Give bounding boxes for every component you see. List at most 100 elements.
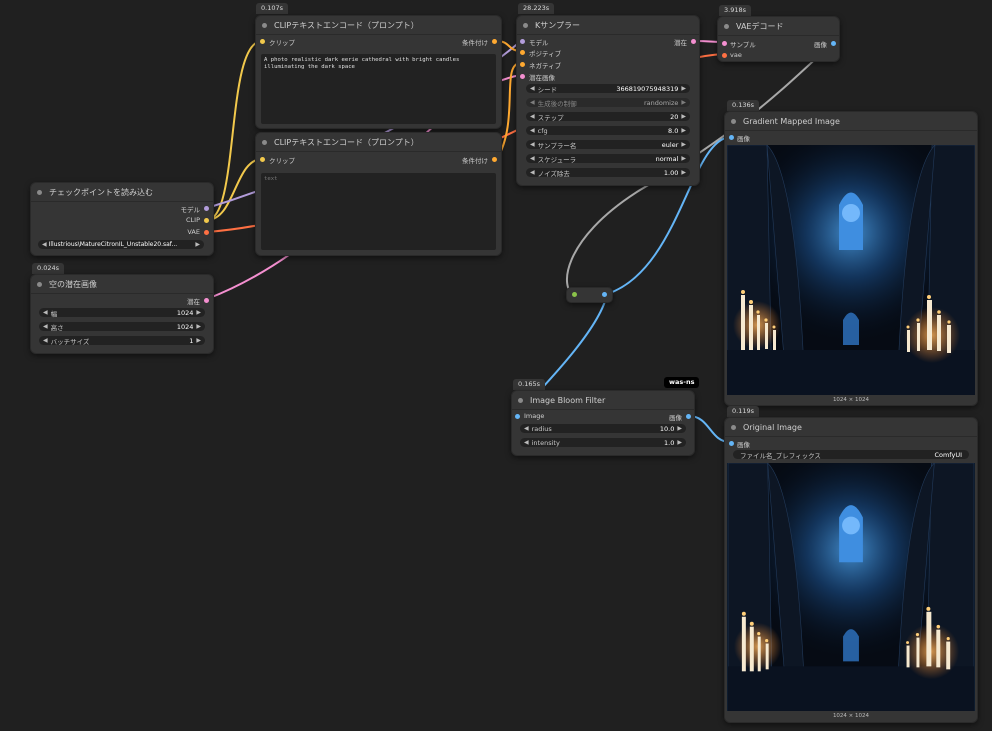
image-input-socket[interactable] (729, 441, 734, 446)
node-graph-canvas[interactable]: 0.107s CLIPテキストエンコード（プロンプト） クリップ 条件付け A … (0, 0, 992, 731)
arrow-left-icon[interactable]: ◀ (43, 337, 48, 344)
arrow-left-icon[interactable]: ◀ (42, 241, 47, 248)
arrow-left-icon[interactable]: ◀ (524, 439, 529, 446)
original-image-node[interactable]: Original Image 画像 ファイル名_プレフィックス ComfyUI (724, 417, 978, 723)
arrow-right-icon[interactable]: ▶ (681, 155, 686, 162)
arrow-right-icon[interactable]: ▶ (681, 141, 686, 148)
collapse-dot[interactable] (518, 397, 523, 403)
latent-output-socket[interactable] (204, 298, 209, 303)
arrow-right-icon[interactable]: ▶ (196, 337, 201, 344)
sampler-name-widget[interactable]: ◀ サンプラー名 euler ▶ (526, 140, 690, 150)
control-after-generate-widget[interactable]: ◀ 生成後の制御 randomize ▶ (526, 98, 690, 108)
widget-label: ステップ (537, 113, 564, 122)
arrow-right-icon[interactable]: ▶ (681, 99, 686, 106)
reroute-output-socket[interactable] (602, 292, 607, 297)
scheduler-widget[interactable]: ◀ スケジューラ normal ▶ (526, 154, 690, 164)
samples-input-socket[interactable] (722, 41, 727, 46)
arrow-left-icon[interactable]: ◀ (43, 323, 48, 330)
image-input-label: Image (524, 412, 545, 420)
arrow-right-icon[interactable]: ▶ (677, 439, 682, 446)
radius-widget[interactable]: ◀ radius 10.0 ▶ (520, 424, 686, 433)
clip-output-socket[interactable] (204, 218, 209, 223)
arrow-right-icon[interactable]: ▶ (195, 241, 200, 248)
clip-input-socket[interactable] (260, 39, 265, 44)
negative-input-socket[interactable] (520, 62, 525, 67)
clip-text-encode-negative-node[interactable]: CLIPテキストエンコード（プロンプト） クリップ 条件付け text (255, 132, 502, 256)
denoise-widget[interactable]: ◀ ノイズ除去 1.00 ▶ (526, 168, 690, 178)
widget-label: サンプラー名 (537, 141, 577, 150)
arrow-right-icon[interactable]: ▶ (681, 85, 686, 92)
reroute-node[interactable] (566, 287, 613, 303)
empty-latent-image-node[interactable]: 空の潜在画像 潜在 ◀ 幅 1024 ▶ ◀ 高さ 1024 ▶ ◀ バッチサイズ 1 ▶ (30, 274, 214, 354)
ksampler-node[interactable]: Kサンプラー モデル 潜在 ポジティブ ネガティブ 潜在画像 ◀ シード 36681… (516, 15, 700, 186)
arrow-left-icon[interactable]: ◀ (530, 99, 535, 106)
execution-time: 0.107s (256, 3, 288, 14)
intensity-widget[interactable]: ◀ intensity 1.0 ▶ (520, 438, 686, 447)
latent-input-socket[interactable] (520, 74, 525, 79)
widget-label: シード (537, 85, 558, 94)
widget-value: 1024 (176, 322, 194, 331)
image-input-socket[interactable] (515, 414, 520, 419)
width-widget[interactable]: ◀ 幅 1024 ▶ (39, 308, 205, 318)
model-output-socket[interactable] (204, 206, 209, 211)
clip-input-label: クリップ (269, 39, 295, 47)
arrow-left-icon[interactable]: ◀ (530, 127, 535, 134)
cfg-widget[interactable]: ◀ cfg 8.0 ▶ (526, 126, 690, 135)
image-bloom-filter-node[interactable]: Image Bloom Filter Image 画像 ◀ radius 10.0 ▶… (511, 390, 695, 456)
image-input-socket[interactable] (729, 135, 734, 140)
arrow-right-icon[interactable]: ▶ (681, 169, 686, 176)
ckpt-name-combo[interactable]: ◀ Illustrious\MatureCitronIL_Unstable20.… (38, 240, 204, 249)
arrow-left-icon[interactable]: ◀ (524, 425, 529, 432)
collapse-dot[interactable] (523, 22, 528, 28)
node-title: Gradient Mapped Image (743, 116, 840, 126)
arrow-right-icon[interactable]: ▶ (681, 127, 686, 134)
seed-widget[interactable]: ◀ シード 366819075948319 ▶ (526, 84, 690, 94)
arrow-right-icon[interactable]: ▶ (196, 323, 201, 330)
image-output-socket[interactable] (831, 41, 836, 46)
arrow-right-icon[interactable]: ▶ (677, 425, 682, 432)
vae-decode-node[interactable]: VAEデコード サンプル 画像 vae (717, 16, 840, 62)
execution-time: 0.119s (727, 406, 759, 417)
collapse-dot[interactable] (262, 22, 267, 28)
checkpoint-loader-node[interactable]: チェックポイントを読み込む モデル CLIP VAE ◀ Illustrious… (30, 182, 214, 256)
arrow-left-icon[interactable]: ◀ (530, 85, 535, 92)
widget-value: 366819075948319 (616, 84, 679, 93)
conditioning-output-label: 条件付け (462, 39, 488, 47)
reroute-input-socket[interactable] (572, 292, 577, 297)
wire-clip-to-neg (206, 158, 263, 221)
model-input-socket[interactable] (520, 39, 525, 44)
conditioning-output-socket[interactable] (492, 39, 497, 44)
collapse-dot[interactable] (37, 281, 42, 287)
arrow-left-icon[interactable]: ◀ (530, 141, 535, 148)
model-input-label: モデル (529, 39, 549, 47)
prompt-textarea[interactable]: A photo realistic dark eerie cathedral w… (261, 54, 496, 124)
widget-value: 10.0 (659, 424, 675, 433)
batch-size-widget[interactable]: ◀ バッチサイズ 1 ▶ (39, 336, 205, 346)
steps-widget[interactable]: ◀ ステップ 20 ▶ (526, 112, 690, 122)
clip-text-encode-positive-node[interactable]: CLIPテキストエンコード（プロンプト） クリップ 条件付け A photo r… (255, 15, 502, 129)
clip-input-socket[interactable] (260, 157, 265, 162)
collapse-dot[interactable] (731, 424, 736, 430)
gradient-mapped-image-node[interactable]: Gradient Mapped Image 画像 1024 × 1024 (724, 111, 978, 406)
height-widget[interactable]: ◀ 高さ 1024 ▶ (39, 322, 205, 332)
node-title: 空の潜在画像 (49, 279, 97, 289)
negative-input-label: ネガティブ (529, 62, 562, 70)
arrow-left-icon[interactable]: ◀ (530, 113, 535, 120)
arrow-left-icon[interactable]: ◀ (530, 169, 535, 176)
collapse-dot[interactable] (724, 23, 729, 29)
vae-output-socket[interactable] (204, 230, 209, 235)
arrow-left-icon[interactable]: ◀ (43, 309, 48, 316)
collapse-dot[interactable] (262, 139, 267, 145)
arrow-left-icon[interactable]: ◀ (530, 155, 535, 162)
filename-prefix-widget[interactable]: ファイル名_プレフィックス ComfyUI (733, 450, 969, 460)
arrow-right-icon[interactable]: ▶ (681, 113, 686, 120)
vae-input-socket[interactable] (722, 53, 727, 58)
positive-input-socket[interactable] (520, 50, 525, 55)
prompt-textarea[interactable]: text (261, 173, 496, 250)
conditioning-output-socket[interactable] (492, 157, 497, 162)
image-output-socket[interactable] (686, 414, 691, 419)
collapse-dot[interactable] (731, 118, 736, 124)
arrow-right-icon[interactable]: ▶ (196, 309, 201, 316)
collapse-dot[interactable] (37, 189, 42, 195)
latent-output-socket[interactable] (691, 39, 696, 44)
